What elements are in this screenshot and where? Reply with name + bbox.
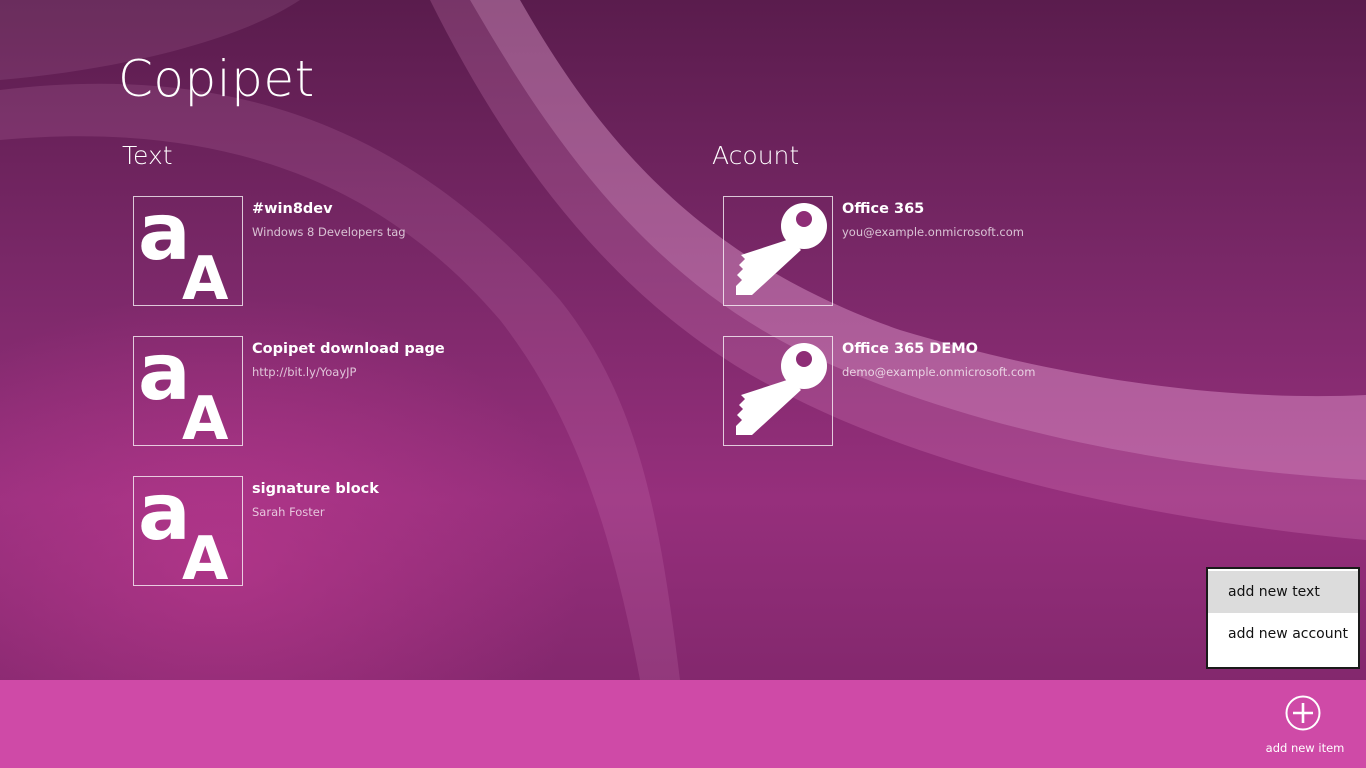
add-item-flyout: add new text add new account xyxy=(1206,567,1360,669)
add-new-account-menu-item[interactable]: add new account xyxy=(1208,613,1358,655)
text-aa-icon: a A xyxy=(138,477,229,585)
item-subtitle: http://bit.ly/YoayJP xyxy=(252,365,357,379)
item-subtitle: you@example.onmicrosoft.com xyxy=(842,225,1024,239)
account-item[interactable]: Office 365 DEMO demo@example.onmicrosoft… xyxy=(723,336,1143,476)
text-group: a A #win8dev Windows 8 Developers tag a … xyxy=(133,196,553,616)
text-item[interactable]: a A Copipet download page http://bit.ly/… xyxy=(133,336,553,476)
svg-text:A: A xyxy=(182,524,229,585)
add-new-item-button[interactable]: add new item xyxy=(1258,694,1352,764)
item-subtitle: Sarah Foster xyxy=(252,505,325,519)
item-title: signature block xyxy=(252,481,379,497)
text-aa-icon: a A xyxy=(138,197,229,305)
item-tile xyxy=(723,196,833,306)
item-tile: a A xyxy=(133,196,243,306)
svg-text:A: A xyxy=(182,244,229,305)
add-new-item-label: add new item xyxy=(1265,741,1345,755)
section-title-text: Text xyxy=(122,141,173,170)
item-subtitle: Windows 8 Developers tag xyxy=(252,225,406,239)
add-new-text-menu-item[interactable]: add new text xyxy=(1208,571,1358,613)
key-icon xyxy=(736,343,827,435)
section-title-account: Acount xyxy=(712,141,800,170)
item-title: Copipet download page xyxy=(252,341,445,357)
app-bar: add new item xyxy=(0,680,1366,768)
item-title: #win8dev xyxy=(252,201,333,217)
item-subtitle: demo@example.onmicrosoft.com xyxy=(842,365,1036,379)
text-aa-icon: a A xyxy=(138,337,229,445)
item-title: Office 365 xyxy=(842,201,925,217)
text-item[interactable]: a A #win8dev Windows 8 Developers tag xyxy=(133,196,553,336)
item-tile: a A xyxy=(133,476,243,586)
item-title: Office 365 DEMO xyxy=(842,341,978,357)
account-item[interactable]: Office 365 you@example.onmicrosoft.com xyxy=(723,196,1143,336)
svg-text:A: A xyxy=(182,384,229,445)
text-item[interactable]: a A signature block Sarah Foster xyxy=(133,476,553,616)
account-group: Office 365 you@example.onmicrosoft.com O… xyxy=(723,196,1143,476)
key-icon xyxy=(736,203,827,295)
item-tile xyxy=(723,336,833,446)
add-circle-icon xyxy=(1285,695,1321,731)
app-title: Copipet xyxy=(118,50,315,108)
item-tile: a A xyxy=(133,336,243,446)
